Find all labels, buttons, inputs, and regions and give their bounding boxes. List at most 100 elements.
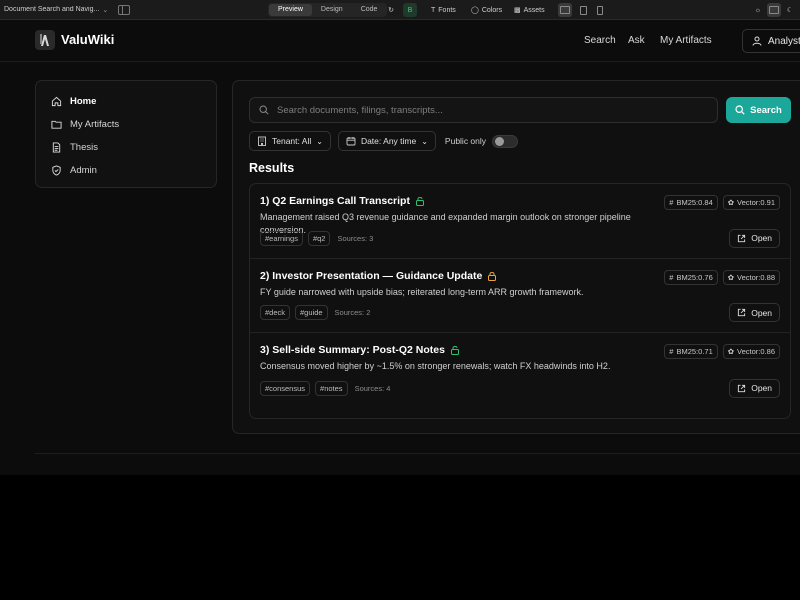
sidebar-toggle-icon[interactable]	[118, 4, 130, 15]
sidebar-item-artifacts[interactable]: My Artifacts	[36, 113, 216, 136]
chevron-down-icon: ⌄	[316, 136, 323, 146]
status-indicator[interactable]: B	[403, 3, 417, 17]
result-item[interactable]: 3) Sell-side Summary: Post-Q2 Notes Cons…	[250, 333, 790, 408]
user-menu-button[interactable]: Analyst	[742, 29, 800, 53]
open-button[interactable]: Open	[729, 378, 780, 398]
top-navigation: ValuWiki Search Ask My Artifacts Analyst	[0, 20, 800, 62]
device-desktop-button[interactable]	[558, 3, 572, 17]
theme-dark-button[interactable]: ☾	[783, 3, 797, 17]
tag-chip[interactable]: #deck	[260, 305, 291, 320]
search-input[interactable]	[277, 104, 697, 116]
vector-badge: ✿ Vector:0.88	[722, 269, 780, 285]
result-item[interactable]: 1) Q2 Earnings Call Transcript Managemen…	[250, 184, 790, 259]
sidebar-item-home[interactable]: Home	[36, 90, 216, 113]
home-icon	[51, 96, 62, 107]
sidebar-item-label: Admin	[70, 165, 97, 176]
brand-name[interactable]: ValuWiki	[61, 32, 114, 47]
sidebar-item-label: Home	[70, 96, 97, 107]
hash-icon: #	[669, 272, 674, 282]
desktop-icon	[558, 3, 572, 17]
view-mode-tabs: Preview Design Code	[268, 3, 388, 17]
results-list: 1) Q2 Earnings Call Transcript Managemen…	[249, 183, 791, 419]
open-button[interactable]: Open	[729, 228, 780, 248]
bm25-badge: # BM25:0.71	[664, 344, 718, 359]
tab-preview[interactable]: Preview	[269, 4, 312, 16]
score-badges: # BM25:0.76 ✿ Vector:0.88	[664, 269, 780, 285]
nav-ask-link[interactable]: Ask	[628, 35, 645, 46]
device-mobile-button[interactable]	[593, 3, 607, 17]
vector-score: Vector:0.86	[737, 347, 775, 356]
date-filter-dropdown[interactable]: Date: Any time ⌄	[337, 131, 436, 151]
public-only-toggle[interactable]	[492, 134, 519, 148]
main-panel: Search Tenant: All ⌄ Date: Any time ⌄	[232, 80, 800, 434]
search-icon	[735, 105, 745, 115]
bm25-badge: # BM25:0.76	[664, 269, 718, 285]
result-title-text: 1) Q2 Earnings Call Transcript	[260, 195, 410, 207]
result-title[interactable]: 2) Investor Presentation — Guidance Upda…	[260, 270, 497, 282]
mobile-icon	[593, 3, 607, 17]
editor-project-title[interactable]: Document Search and Navig... ⌄	[0, 6, 108, 14]
sidebar-item-admin[interactable]: Admin	[36, 159, 216, 182]
refresh-icon: ↻	[388, 7, 394, 14]
search-button-label: Search	[750, 104, 782, 116]
tenant-filter-dropdown[interactable]: Tenant: All ⌄	[249, 131, 331, 151]
result-item[interactable]: 2) Investor Presentation — Guidance Upda…	[250, 259, 790, 333]
nav-search-link[interactable]: Search	[584, 35, 616, 46]
fonts-button[interactable]: T Fonts	[431, 3, 456, 17]
fonts-label: Fonts	[438, 6, 456, 14]
hash-icon: #	[669, 347, 674, 356]
tag-chip[interactable]: #q2	[307, 230, 331, 246]
theme-light-button[interactable]: ☼	[751, 3, 765, 17]
calendar-icon	[346, 137, 356, 146]
type-icon: T	[431, 6, 436, 14]
colors-button[interactable]: ◯ Colors	[471, 3, 502, 17]
result-title[interactable]: 3) Sell-side Summary: Post-Q2 Notes	[260, 344, 460, 356]
folder-icon	[51, 120, 62, 129]
bm25-badge: # BM25:0.84	[664, 195, 718, 210]
device-tablet-button[interactable]	[576, 3, 590, 17]
tag-chip[interactable]: #consensus	[260, 380, 311, 396]
search-field[interactable]	[249, 97, 718, 123]
lock-icon	[488, 271, 497, 281]
project-title-text: Document Search and Navig...	[4, 6, 100, 13]
search-icon	[259, 105, 269, 115]
chevron-down-icon: ⌄	[102, 6, 108, 14]
open-button-label: Open	[751, 307, 772, 318]
open-button-label: Open	[751, 233, 772, 243]
assets-button[interactable]: ▩ Assets	[514, 3, 545, 17]
open-button[interactable]: Open	[729, 303, 780, 322]
assets-label: Assets	[523, 6, 545, 14]
tag-chip[interactable]: #earnings	[260, 230, 303, 246]
monitor-icon	[767, 3, 781, 17]
tab-design[interactable]: Design	[312, 4, 352, 16]
colors-label: Colors	[481, 6, 503, 14]
tag-chip[interactable]: #notes	[315, 380, 348, 396]
building-icon	[258, 136, 266, 146]
logo-icon[interactable]	[35, 30, 55, 50]
tab-code[interactable]: Code	[352, 4, 387, 16]
status-badge: B	[403, 3, 417, 17]
tag-chip[interactable]: #guide	[295, 305, 328, 320]
sources-count: Sources: 3	[337, 233, 374, 243]
brain-icon: ✿	[727, 198, 735, 207]
score-badges: # BM25:0.84 ✿ Vector:0.91	[664, 195, 780, 210]
score-badges: # BM25:0.71 ✿ Vector:0.86	[664, 344, 780, 359]
nav-artifacts-link[interactable]: My Artifacts	[660, 35, 712, 46]
bm25-score: BM25:0.76	[676, 272, 713, 282]
unlock-icon	[450, 346, 459, 355]
date-filter-label: Date: Any time	[360, 136, 417, 146]
refresh-button[interactable]: ↻	[384, 3, 398, 17]
user-icon	[752, 36, 762, 46]
footer-divider	[35, 453, 800, 454]
document-icon	[52, 142, 61, 153]
tenant-filter-label: Tenant: All	[272, 136, 312, 146]
shield-icon	[52, 165, 61, 176]
vector-score: Vector:0.88	[737, 272, 775, 282]
tablet-icon	[576, 3, 590, 17]
filter-bar: Tenant: All ⌄ Date: Any time ⌄ Public on…	[249, 131, 519, 151]
search-button[interactable]: Search	[726, 97, 791, 123]
bm25-score: BM25:0.84	[676, 198, 713, 207]
theme-system-button[interactable]	[767, 3, 781, 17]
sidebar-item-thesis[interactable]: Thesis	[36, 136, 216, 159]
result-title[interactable]: 1) Q2 Earnings Call Transcript	[260, 195, 425, 207]
